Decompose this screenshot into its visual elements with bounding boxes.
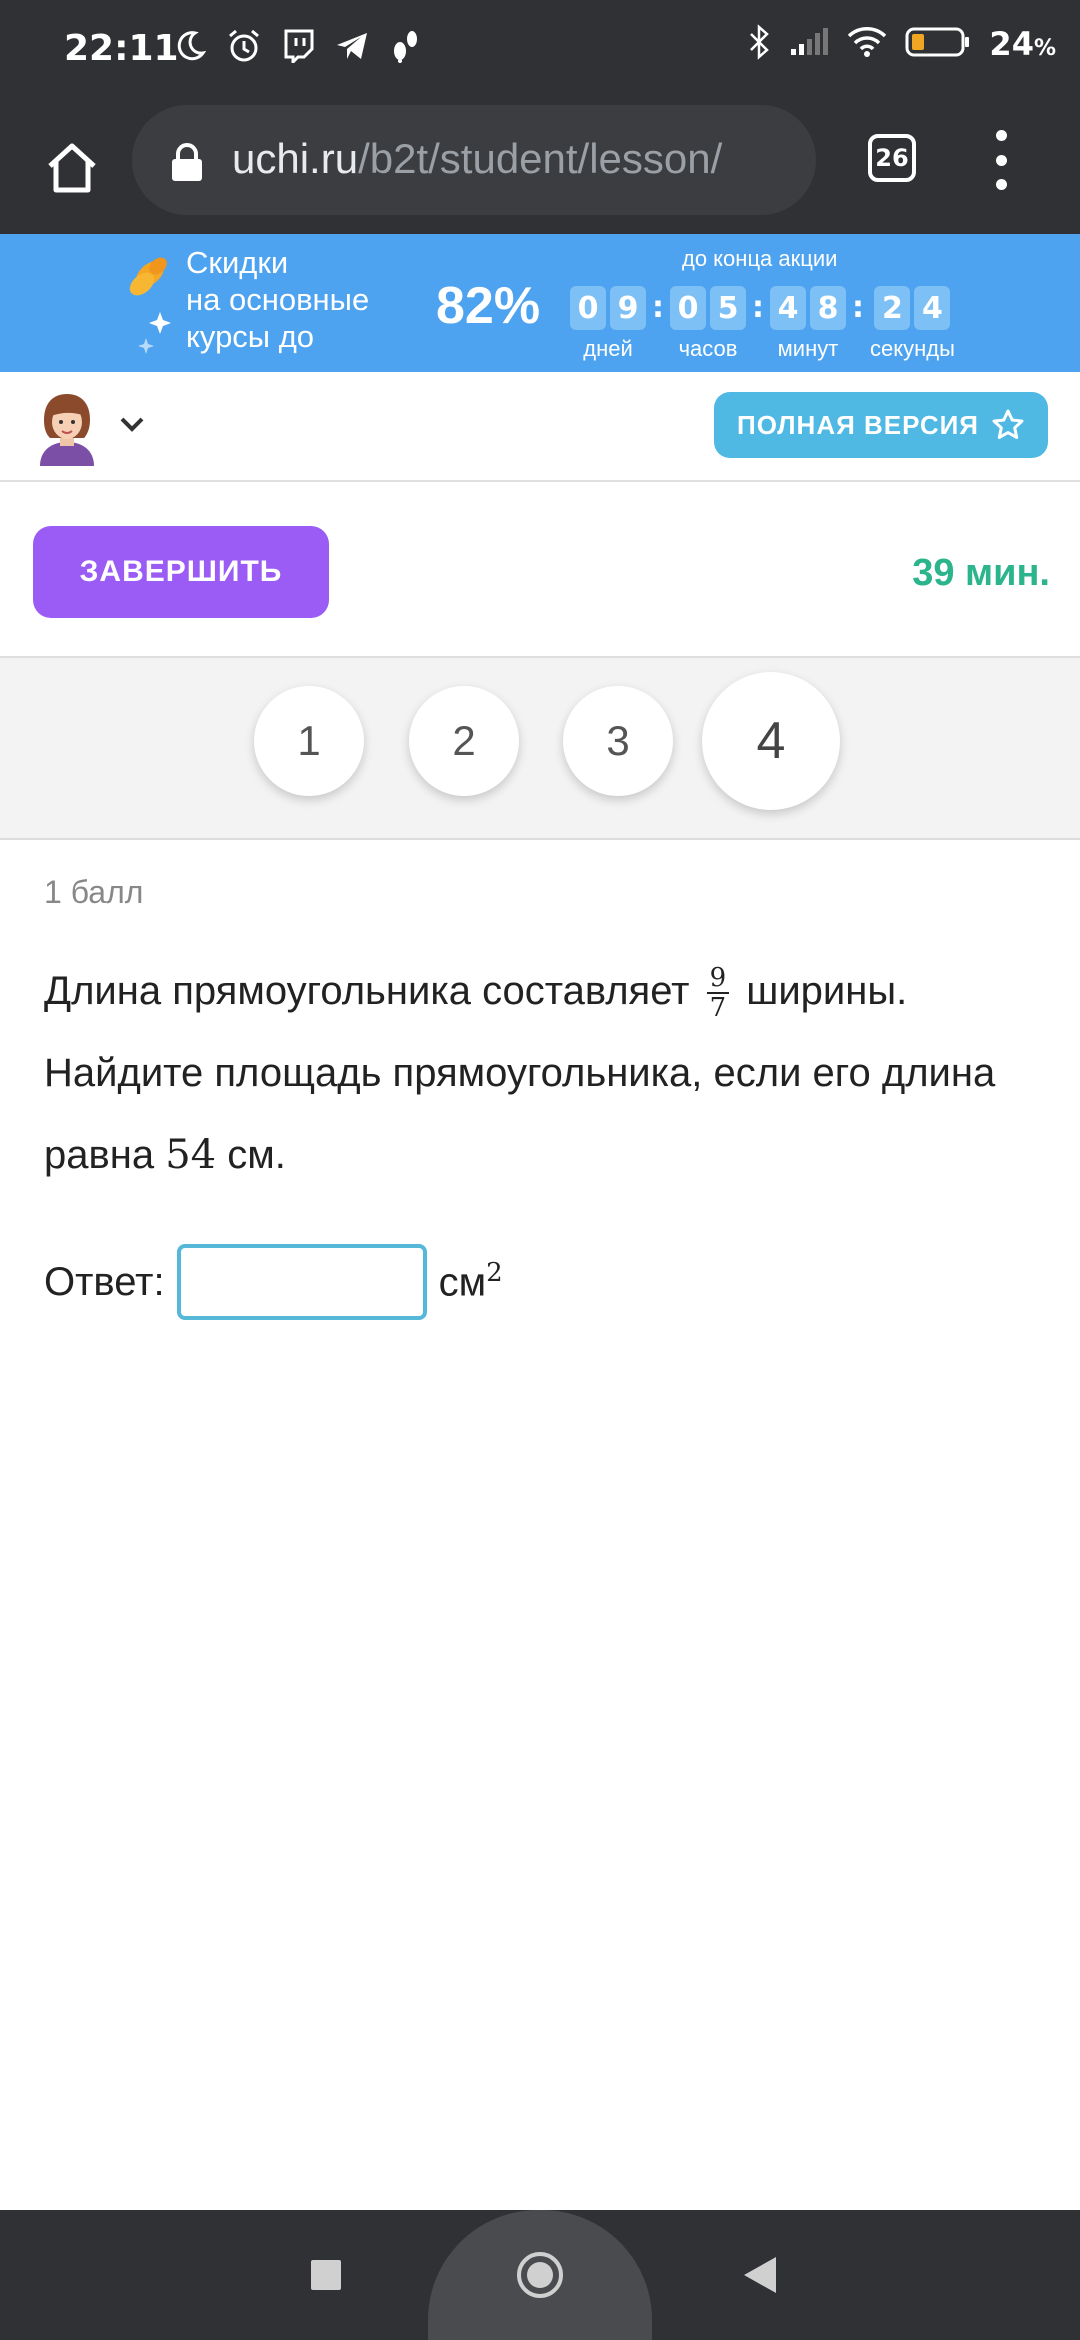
cell-signal-icon [789, 27, 829, 61]
answer-row: Ответ: см2 [44, 1242, 503, 1322]
lesson-action-row: ЗАВЕРШИТЬ 39 мин. [0, 482, 1080, 658]
promo-text-line: Скидки [186, 245, 289, 280]
menu-dot [995, 130, 1007, 141]
question-tabs: 1 2 3 4 [0, 658, 1080, 840]
back-button[interactable] [730, 2245, 790, 2305]
countdown-hours: 05 часов [670, 286, 746, 362]
browser-toolbar: uchi.ru/b2t/student/lesson/ 26 [0, 100, 1080, 234]
tab-count: 26 [875, 144, 909, 172]
system-nav-bar [0, 2210, 1080, 2340]
home-button[interactable] [36, 132, 108, 204]
countdown-digit: 9 [610, 286, 646, 330]
battery-percent: 24% [989, 25, 1056, 63]
task-question: Длина прямоугольника составляет 97 ширин… [44, 950, 1044, 1196]
lock-icon [172, 143, 202, 181]
question-tab-1[interactable]: 1 [254, 686, 364, 796]
promo-decoration-icon [129, 257, 171, 354]
menu-dot [995, 179, 1007, 190]
countdown-digit: 0 [570, 286, 606, 330]
promo-text-line: курсы до [186, 319, 315, 354]
status-bar: 22:11 24% [0, 0, 1080, 100]
telegram-icon [332, 26, 372, 66]
countdown-digit: 0 [670, 286, 706, 330]
status-time: 22:11 [64, 28, 179, 69]
promo-banner[interactable]: Скидки на основные курсы до 82% до конца… [0, 234, 1080, 372]
countdown-timer: 09 дней : 05 часов : 48 минут : 24 секун… [570, 286, 955, 362]
tab-switcher-button[interactable]: 26 [868, 134, 916, 182]
answer-label: Ответ: [44, 1259, 165, 1304]
countdown-label: минут [777, 336, 839, 361]
address-bar[interactable]: uchi.ru/b2t/student/lesson/ [132, 105, 816, 215]
nav-home-button[interactable] [508, 2243, 572, 2307]
fraction-numerator: 9 [706, 964, 730, 995]
fraction-denominator: 7 [709, 993, 727, 1024]
question-tab-4[interactable]: 4 [702, 672, 840, 810]
fraction: 97 [706, 964, 730, 1024]
question-text: см. [216, 1133, 286, 1177]
chevron-down-icon[interactable] [118, 412, 146, 436]
lesson-timer: 39 мин. [912, 552, 1050, 594]
countdown-seconds: 24 секунды [870, 286, 955, 362]
question-tab-3[interactable]: 3 [563, 686, 673, 796]
promo-text: Скидки на основные курсы до [186, 244, 369, 355]
countdown-days: 09 дней [570, 286, 646, 362]
app-header: ПОЛНАЯ ВЕРСИЯ [0, 372, 1080, 482]
answer-unit: см2 [439, 1258, 503, 1305]
wifi-icon [847, 26, 887, 62]
square-icon [311, 2260, 341, 2290]
status-icons-right: 24% [747, 24, 1056, 64]
avatar[interactable] [34, 388, 100, 466]
countdown-label: дней [583, 336, 633, 361]
url-text: uchi.ru/b2t/student/lesson/ [232, 135, 722, 183]
countdown-digit: 8 [810, 286, 846, 330]
url-domain: uchi.ru [232, 135, 359, 182]
full-version-button[interactable]: ПОЛНАЯ ВЕРСИЯ [714, 392, 1048, 458]
circle-icon [517, 2252, 563, 2298]
back-triangle-icon [744, 2257, 776, 2293]
length-value: 54 [165, 1132, 217, 1178]
countdown-digit: 4 [914, 286, 951, 330]
countdown-minutes: 48 минут [770, 286, 846, 362]
promo-discount: 82% [436, 277, 541, 335]
countdown-label: секунды [870, 336, 955, 361]
browser-menu-button[interactable] [986, 130, 1016, 190]
notification-icon [386, 26, 426, 66]
home-icon [48, 143, 96, 193]
menu-dot [995, 154, 1007, 166]
url-path: /b2t/student/lesson/ [358, 135, 723, 182]
moon-icon [170, 26, 210, 66]
countdown-separator: : [752, 289, 764, 325]
countdown-digit: 4 [770, 286, 806, 330]
full-version-label: ПОЛНАЯ ВЕРСИЯ [737, 409, 979, 440]
question-text: Длина прямоугольника составляет [44, 969, 701, 1013]
promo-until-label: до конца акции [682, 246, 838, 271]
answer-input[interactable] [176, 1244, 427, 1320]
bluetooth-icon [747, 24, 771, 64]
recents-button[interactable] [296, 2245, 356, 2305]
promo-text-line: на основные [186, 282, 370, 317]
task-points: 1 балл [44, 874, 144, 910]
question-tab-2[interactable]: 2 [409, 686, 519, 796]
countdown-digit: 5 [710, 286, 746, 330]
countdown-separator: : [852, 289, 864, 325]
star-icon [992, 409, 1024, 439]
twitch-icon [278, 26, 318, 66]
unit-text: см [438, 1260, 487, 1305]
countdown-digit: 2 [874, 286, 911, 330]
countdown-label: часов [678, 336, 738, 361]
finish-button[interactable]: ЗАВЕРШИТЬ [33, 526, 329, 618]
unit-power: 2 [486, 1258, 503, 1289]
status-icons-left [170, 26, 426, 66]
alarm-icon [224, 26, 264, 66]
battery-icon [905, 26, 971, 62]
countdown-separator: : [652, 289, 664, 325]
